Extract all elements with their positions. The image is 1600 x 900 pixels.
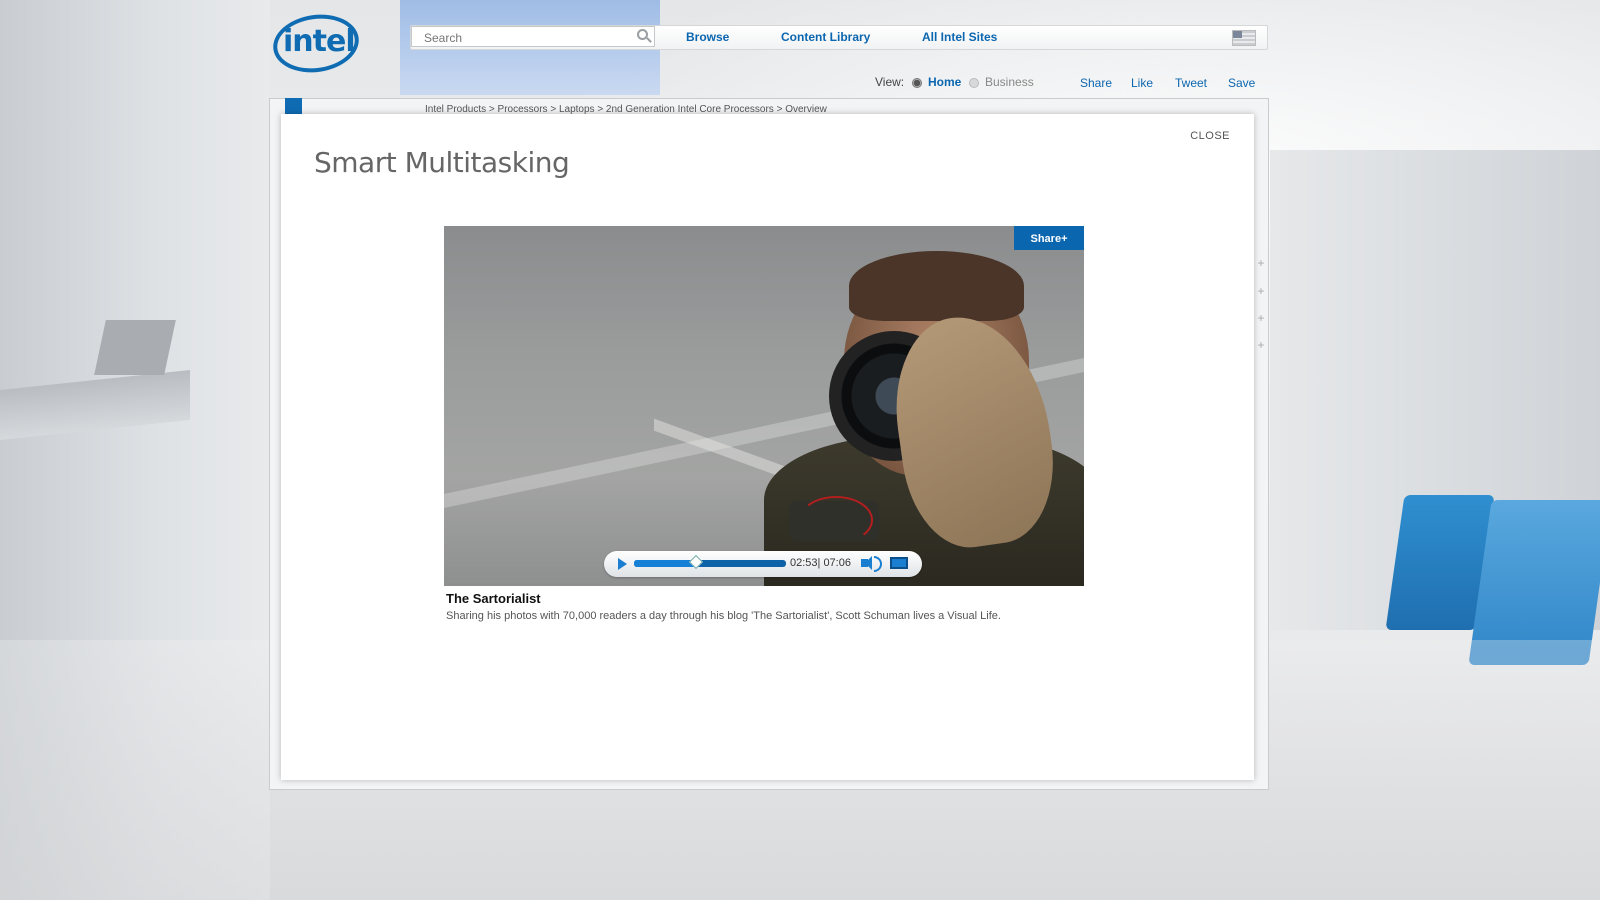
radio-business[interactable] [969, 78, 979, 88]
expand-icon[interactable]: + [1253, 311, 1269, 325]
video-modal: CLOSE Smart Multitasking Share+ 02:53| 0… [281, 114, 1254, 780]
video-player[interactable]: Share+ 02:53| 07:06 [444, 226, 1084, 586]
intel-logo[interactable]: intel [283, 24, 356, 59]
time-display: 02:53| 07:06 [790, 557, 851, 569]
radio-home[interactable] [912, 78, 922, 88]
tweet-link[interactable]: Tweet [1175, 76, 1207, 90]
like-link[interactable]: Like [1131, 76, 1153, 90]
search-box[interactable] [411, 26, 655, 48]
share-link[interactable]: Share [1080, 76, 1112, 90]
page-tab-marker [285, 98, 302, 114]
expand-icon[interactable]: + [1253, 338, 1269, 352]
video-description: Sharing his photos with 70,000 readers a… [446, 610, 1001, 622]
video-controls: 02:53| 07:06 [604, 551, 922, 577]
play-icon[interactable] [618, 558, 627, 570]
expand-icon[interactable]: + [1253, 256, 1269, 270]
video-title: The Sartorialist [446, 591, 541, 606]
nav-browse[interactable]: Browse [686, 30, 729, 44]
view-option-business[interactable]: Business [985, 75, 1034, 89]
fullscreen-icon[interactable] [890, 557, 908, 569]
search-input[interactable] [422, 27, 626, 48]
volume-icon[interactable] [861, 556, 882, 572]
view-option-home[interactable]: Home [928, 75, 961, 89]
progress-bar[interactable] [634, 554, 786, 570]
save-link[interactable]: Save [1228, 76, 1255, 90]
close-button[interactable]: CLOSE [1190, 130, 1230, 142]
video-share-button[interactable]: Share+ [1014, 226, 1084, 250]
expand-icon[interactable]: + [1253, 284, 1269, 298]
us-flag-icon[interactable] [1232, 30, 1256, 46]
background-monitor [94, 320, 176, 375]
video-frame-hair [849, 251, 1024, 321]
search-icon[interactable] [637, 29, 648, 40]
video-frame-strap-accent [799, 496, 873, 544]
progress-fill [634, 560, 696, 567]
nav-content-library[interactable]: Content Library [781, 30, 870, 44]
nav-all-intel-sites[interactable]: All Intel Sites [922, 30, 997, 44]
modal-title: Smart Multitasking [314, 146, 570, 179]
view-label: View: [875, 75, 905, 89]
